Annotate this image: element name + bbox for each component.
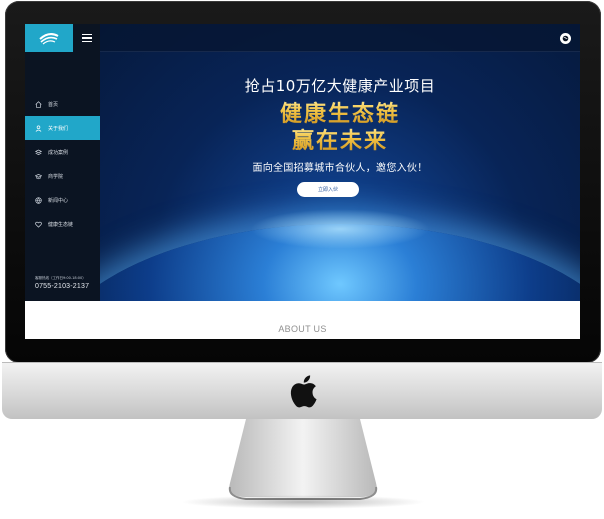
imac-monitor: 首页 关于我们 成功案例 商学院 新闻中心 健康生态链 客服热线（工作日9:00… — [0, 0, 604, 519]
sidebar: 首页 关于我们 成功案例 商学院 新闻中心 健康生态链 客服热线（工作日9:00… — [25, 24, 100, 301]
brand-logo[interactable] — [25, 24, 73, 52]
heart-icon — [35, 221, 42, 228]
contact-hours: 客服热线（工作日9:00-18:00） — [35, 276, 86, 280]
apple-logo-icon — [290, 375, 317, 408]
sidebar-item-label: 首页 — [48, 101, 59, 108]
stand-shadow — [180, 495, 426, 509]
sidebar-item-home[interactable]: 首页 — [25, 92, 100, 116]
globe-icon — [35, 196, 42, 204]
sidebar-item-news[interactable]: 新闻中心 — [25, 188, 100, 212]
globe-icon — [562, 35, 569, 42]
hero-gold-subtitle: 赢在未来 — [100, 123, 580, 155]
user-icon — [35, 125, 42, 132]
sidebar-item-about[interactable]: 关于我们 — [25, 116, 100, 140]
sidebar-item-label: 新闻中心 — [48, 197, 69, 204]
top-bar — [100, 24, 580, 52]
sidebar-item-cases[interactable]: 成功案例 — [25, 140, 100, 164]
sidebar-item-label: 健康生态链 — [48, 221, 74, 228]
sidebar-item-label: 成功案例 — [48, 149, 69, 156]
menu-toggle-button[interactable] — [73, 24, 100, 52]
about-us-heading: ABOUT US — [278, 324, 327, 334]
language-button[interactable] — [560, 33, 571, 44]
layers-icon — [35, 149, 42, 155]
sidebar-item-label: 关于我们 — [48, 125, 69, 132]
contact-phone: 0755-2103-2137 — [35, 283, 90, 290]
sidebar-nav: 首页 关于我们 成功案例 商学院 新闻中心 健康生态链 — [25, 92, 100, 236]
monitor-stand — [228, 419, 378, 500]
hero-headline: 抢占10万亿大健康产业项目 — [244, 77, 436, 95]
screen: 首页 关于我们 成功案例 商学院 新闻中心 健康生态链 客服热线（工作日9:00… — [25, 24, 580, 339]
hamburger-icon — [81, 33, 92, 36]
earth-glow — [250, 209, 430, 249]
brand-swirl-logo-icon — [39, 33, 59, 45]
sidebar-item-academy[interactable]: 商学院 — [25, 164, 100, 188]
sidebar-item-label: 商学院 — [48, 173, 64, 180]
hero-banner: 抢占10万亿大健康产业项目 健康生态链 赢在未来 面向全国招募城市合伙人，邀您入… — [100, 24, 580, 301]
home-icon — [35, 100, 42, 108]
graduation-icon — [35, 173, 42, 179]
contact-info: 客服热线（工作日9:00-18:00） 0755-2103-2137 — [35, 276, 89, 290]
join-now-button[interactable]: 立即入伙 — [297, 182, 359, 197]
sidebar-item-ecosystem[interactable]: 健康生态链 — [25, 212, 100, 236]
hero-subtitle: 面向全国招募城市合伙人，邀您入伙！ — [252, 163, 428, 174]
